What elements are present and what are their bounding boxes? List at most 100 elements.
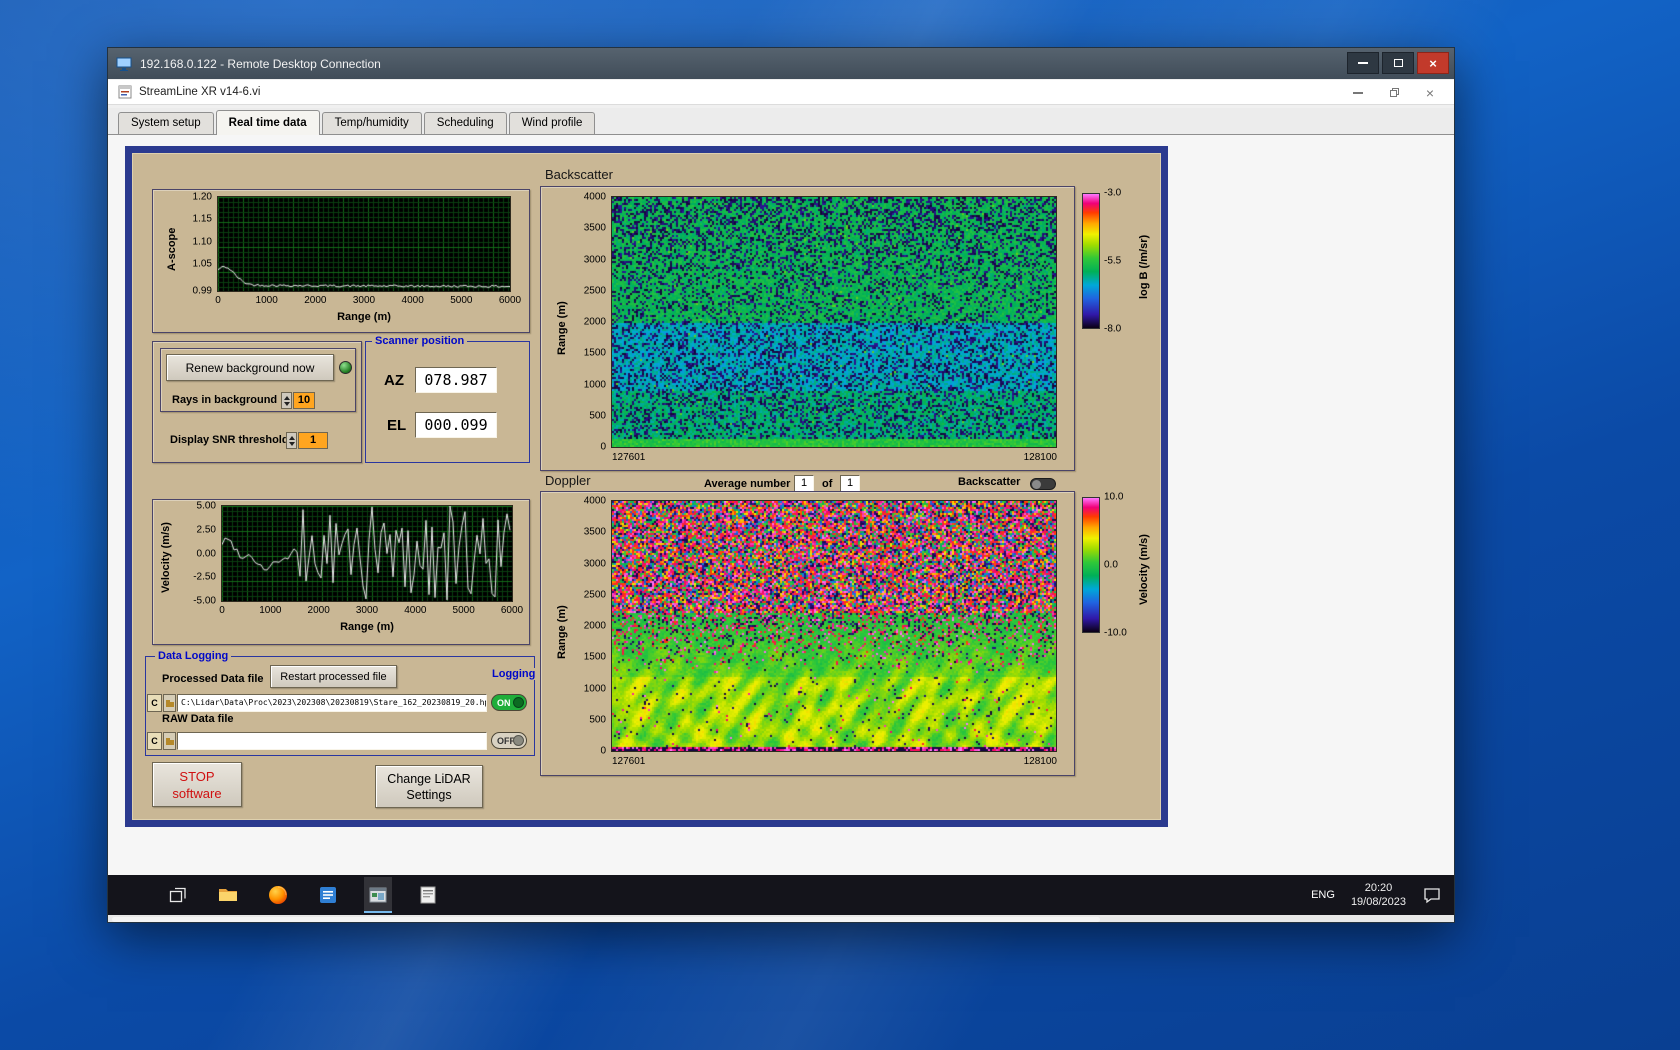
doppler-colorbar-label: Velocity (m/s) bbox=[1138, 534, 1150, 605]
velocity-plot-area bbox=[221, 505, 513, 602]
taskbar: ENG 20:20 19/08/2023 bbox=[108, 875, 1454, 915]
axis-tick-label: 3000 bbox=[583, 558, 606, 569]
logging-label: Logging bbox=[489, 668, 539, 680]
minimize-icon bbox=[1358, 62, 1368, 64]
app-window: StreamLine XR v14-6.vi × System setup Re… bbox=[108, 79, 1454, 876]
tab-real-time-data[interactable]: Real time data bbox=[215, 110, 320, 135]
firefox-icon[interactable] bbox=[264, 877, 292, 913]
processed-file-path-field[interactable]: C:\Lidar\Data\Proc\2023\202308\20230819\… bbox=[177, 694, 487, 712]
azimuth-value[interactable]: 078.987 bbox=[415, 367, 497, 393]
axis-tick-label: 1.15 bbox=[192, 213, 212, 225]
clock-date: 19/08/2023 bbox=[1350, 896, 1406, 908]
backscatter-y-axis-label: Range (m) bbox=[556, 301, 568, 355]
action-center-icon[interactable] bbox=[1422, 885, 1442, 905]
streamline-window-icon[interactable] bbox=[364, 877, 392, 913]
tab-temp-humidity[interactable]: Temp/humidity bbox=[321, 112, 422, 134]
close-icon: × bbox=[1429, 55, 1437, 71]
tab-system-setup[interactable]: System setup bbox=[118, 112, 214, 134]
snr-threshold-spinner[interactable] bbox=[286, 432, 297, 449]
axis-tick-label: 4000 bbox=[583, 495, 606, 507]
change-lidar-settings-button[interactable]: Change LiDAR Settings bbox=[375, 765, 483, 808]
processed-file-drive-box[interactable]: C bbox=[147, 694, 162, 712]
processed-file-browse-button[interactable] bbox=[163, 694, 176, 712]
increment-icon bbox=[288, 435, 295, 440]
taskbar-clock[interactable]: 20:20 19/08/2023 bbox=[1351, 881, 1406, 909]
rdp-titlebar[interactable]: 192.168.0.122 - Remote Desktop Connectio… bbox=[108, 48, 1454, 79]
ascope-line-canvas bbox=[218, 197, 510, 291]
axis-tick-label: 500 bbox=[589, 410, 606, 422]
rays-in-background-value[interactable]: 10 bbox=[293, 392, 315, 409]
app-restore-button[interactable] bbox=[1376, 80, 1412, 105]
axis-tick-label: 2500 bbox=[583, 589, 606, 601]
folder-icon bbox=[165, 738, 174, 745]
axis-tick-label: -5.5 bbox=[1104, 255, 1122, 267]
desktop-background: 192.168.0.122 - Remote Desktop Connectio… bbox=[0, 0, 1680, 1050]
x-axis-tick-label: 128100 bbox=[1023, 452, 1057, 463]
backscatter-colorbar-label: log B (/m/sr) bbox=[1138, 234, 1150, 299]
renew-background-button[interactable]: Renew background now bbox=[166, 354, 334, 381]
axis-tick-label: 10.0 bbox=[1104, 491, 1124, 503]
app-close-button[interactable]: × bbox=[1412, 80, 1448, 105]
velocity-x-axis-ticks: 0 1000 2000 3000 4000 5000 6000 bbox=[219, 605, 523, 617]
rdp-maximize-button[interactable] bbox=[1382, 52, 1414, 74]
raw-logging-toggle[interactable]: OFF bbox=[491, 732, 527, 749]
axis-tick-label: 1.05 bbox=[192, 258, 212, 270]
doppler-colorbar bbox=[1082, 497, 1100, 633]
axis-tick-label: 3000 bbox=[583, 254, 606, 265]
rays-in-background-label: Rays in background bbox=[172, 394, 278, 406]
snr-threshold-value[interactable]: 1 bbox=[298, 432, 328, 449]
taskview-icon[interactable] bbox=[164, 877, 192, 913]
processed-logging-toggle[interactable]: ON bbox=[491, 694, 527, 711]
app-titlebar[interactable]: StreamLine XR v14-6.vi × bbox=[108, 80, 1454, 105]
scanner-position-title: Scanner position bbox=[372, 335, 468, 347]
axis-tick-label: 0.0 bbox=[1104, 559, 1118, 571]
of-label: of bbox=[822, 478, 833, 490]
raw-file-path-field[interactable] bbox=[177, 732, 487, 750]
axis-tick-label: 500 bbox=[589, 714, 606, 726]
axis-tick-label: 2000 bbox=[307, 605, 330, 616]
axis-tick-label: 0 bbox=[600, 441, 606, 453]
app-minimize-button[interactable] bbox=[1340, 80, 1376, 105]
language-indicator[interactable]: ENG bbox=[1311, 889, 1335, 901]
rdp-close-button[interactable]: × bbox=[1417, 52, 1449, 74]
rdp-minimize-button[interactable] bbox=[1347, 52, 1379, 74]
stop-software-button[interactable]: STOP software bbox=[152, 762, 242, 807]
app-title: StreamLine XR v14-6.vi bbox=[139, 86, 261, 98]
doppler-y-axis-ticks: 4000 3500 3000 2500 2000 1500 1000 500 0 bbox=[568, 496, 608, 757]
ascope-y-axis-ticks: 1.20 1.15 1.10 1.05 0.99 bbox=[172, 192, 214, 297]
axis-tick-label: 1.10 bbox=[192, 236, 212, 248]
decrement-icon bbox=[283, 401, 290, 406]
processed-data-file-label: Processed Data file bbox=[162, 673, 264, 685]
average-number-value[interactable]: 1 bbox=[794, 475, 814, 492]
velocity-line-canvas bbox=[222, 506, 512, 601]
raw-file-drive-box[interactable]: C bbox=[147, 732, 162, 750]
notes-icon[interactable] bbox=[314, 877, 342, 913]
raw-data-file-label: RAW Data file bbox=[162, 713, 234, 725]
restore-icon bbox=[1389, 88, 1399, 97]
scan-settings-icon[interactable] bbox=[414, 877, 442, 913]
elevation-value[interactable]: 000.099 bbox=[415, 412, 497, 438]
maximize-icon bbox=[1393, 59, 1403, 67]
average-of-value[interactable]: 1 bbox=[840, 475, 860, 492]
restart-processed-file-button[interactable]: Restart processed file bbox=[270, 665, 397, 688]
backscatter-plot-area bbox=[611, 196, 1057, 448]
axis-tick-label: 6000 bbox=[500, 605, 524, 616]
tab-scheduling[interactable]: Scheduling bbox=[423, 112, 507, 134]
raw-file-browse-button[interactable] bbox=[163, 732, 176, 750]
axis-tick-label: 5000 bbox=[450, 295, 473, 306]
stop-button-label: STOP software bbox=[172, 768, 222, 801]
rays-in-background-spinner[interactable] bbox=[281, 392, 292, 409]
backscatter-toggle-switch[interactable] bbox=[1030, 478, 1056, 490]
vi-file-icon bbox=[118, 85, 132, 99]
folder-icon bbox=[165, 700, 174, 707]
backscatter-toggle-label: Backscatter bbox=[958, 476, 1021, 488]
close-icon: × bbox=[1425, 84, 1435, 101]
axis-tick-label: 1.20 bbox=[192, 191, 212, 203]
renew-background-led bbox=[339, 361, 352, 374]
file-explorer-icon[interactable] bbox=[214, 877, 242, 913]
axis-tick-label: 0.99 bbox=[192, 285, 212, 297]
backscatter-y-axis-ticks: 4000 3500 3000 2500 2000 1500 1000 500 0 bbox=[568, 192, 608, 453]
horizontal-scrollbar[interactable] bbox=[112, 917, 1100, 922]
tab-wind-profile[interactable]: Wind profile bbox=[508, 112, 596, 134]
axis-tick-label: 0.00 bbox=[196, 548, 216, 559]
